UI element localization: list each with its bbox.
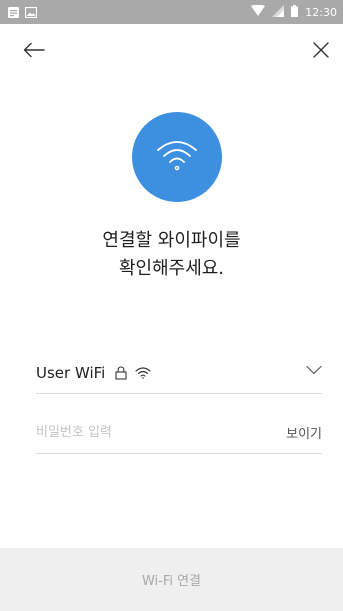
password-input[interactable] [36,417,236,448]
back-button[interactable] [18,36,50,68]
lock-icon [115,365,127,380]
wifi-connect-label: Wi-Fi 연결 [141,574,202,589]
network-name: User WiFi [36,363,106,382]
close-icon [313,42,329,62]
page-title-line1: 연결할 와이파이를 [102,230,241,251]
page-title: 연결할 와이파이를 확인해주세요. [0,227,343,283]
wifi-signal-icon [251,4,266,20]
close-button[interactable] [305,36,337,68]
notification-icon [8,3,19,22]
wifi-connect-button[interactable]: Wi-Fi 연결 [0,548,343,611]
status-time: 12:30 [305,5,337,19]
wifi-icon [155,137,199,177]
status-bar: 12:30 [0,0,343,24]
status-left [8,3,38,22]
status-right: 12:30 [251,4,337,20]
image-icon [24,3,38,22]
battery-icon [291,4,299,20]
chevron-down-icon[interactable] [306,365,322,375]
show-password-button[interactable]: 보이기 [286,423,322,442]
password-row: 보이기 [36,412,322,454]
network-selector[interactable]: User WiFi [36,352,322,394]
page-title-line2: 확인해주세요. [118,258,225,279]
network-wifi-icon [135,366,151,379]
back-arrow-icon [23,42,45,62]
cellular-icon [272,4,285,20]
app-bar [0,24,343,80]
wifi-hero-circle [132,112,222,202]
